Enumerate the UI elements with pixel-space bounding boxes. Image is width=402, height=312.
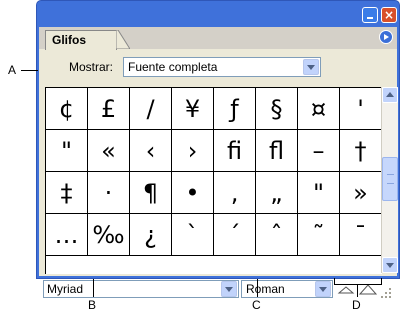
tab-label: Glifos	[52, 33, 87, 47]
glyph-cell[interactable]: »	[340, 172, 382, 214]
glyph-cell[interactable]: «	[88, 130, 130, 172]
show-value: Fuente completa	[128, 60, 218, 74]
glyph-cell[interactable]: ‡	[46, 172, 88, 214]
tab-strip: Glifos	[39, 27, 397, 50]
callout-c: C	[252, 298, 261, 312]
font-style-dropdown[interactable]: Roman	[241, 280, 333, 298]
callout-d: D	[352, 298, 361, 312]
font-style-value: Roman	[246, 282, 285, 296]
callout-d-bracket	[334, 284, 382, 285]
callout-a: A	[8, 63, 17, 77]
close-icon[interactable]: ×	[381, 7, 397, 23]
panel-menu-icon[interactable]	[379, 30, 393, 44]
glyph-cell[interactable]: ¯	[340, 214, 382, 256]
minimize-icon[interactable]	[362, 7, 378, 23]
callout-c-line	[257, 279, 258, 297]
callout-d-bracket-left	[334, 278, 335, 285]
glyph-cell[interactable]: ›	[172, 130, 214, 172]
glyph-cell[interactable]: ‚	[214, 172, 256, 214]
glyph-cell[interactable]: ‹	[130, 130, 172, 172]
show-dropdown[interactable]: Fuente completa	[123, 57, 321, 77]
chevron-down-icon[interactable]	[303, 59, 319, 75]
panel-titlebar[interactable]: ×	[37, 1, 399, 23]
glyph-cell[interactable]: …	[46, 214, 88, 256]
show-row: Mostrar: Fuente completa	[39, 57, 397, 79]
glyph-cell[interactable]: ´	[214, 214, 256, 256]
callout-d-bracket-right	[381, 278, 382, 285]
glyph-cell[interactable]: ﬂ	[256, 130, 298, 172]
glyph-cell[interactable]: ¿	[130, 214, 172, 256]
glyph-cell[interactable]: £	[88, 88, 130, 130]
panel-body: Glifos Mostrar: Fuente completa ¢ £ / ¥ ƒ § ¤ '…	[39, 27, 398, 298]
tab-glyphs[interactable]: Glifos	[45, 30, 117, 50]
glyph-cell[interactable]: ¢	[46, 88, 88, 130]
glyph-grid: ¢ £ / ¥ ƒ § ¤ ' " «‹ › ﬁ ﬂ – † ‡ · ¶ • ‚ „ "»… ‰ ¿ ` ´ ˆ ˜ ¯	[45, 87, 382, 274]
bottom-bar: Myriad Roman	[43, 280, 397, 300]
glyph-cell[interactable]: ˜	[298, 214, 340, 256]
callout-a-line	[21, 70, 38, 71]
glyph-cell[interactable]: /	[130, 88, 172, 130]
callout-b-line	[93, 279, 94, 297]
glyph-cell[interactable]: ‰	[88, 214, 130, 256]
glyph-cell[interactable]: `	[172, 214, 214, 256]
scroll-thumb[interactable]	[382, 157, 398, 201]
glyph-cell[interactable]: "	[46, 130, 88, 172]
glyph-cell[interactable]: „	[256, 172, 298, 214]
vertical-scrollbar[interactable]	[381, 87, 398, 273]
glyph-cell[interactable]: "	[298, 172, 340, 214]
font-family-dropdown[interactable]: Myriad	[43, 280, 239, 298]
glyph-cell[interactable]: –	[298, 130, 340, 172]
font-family-value: Myriad	[47, 282, 84, 296]
tab-edge	[116, 30, 130, 49]
callout-d-line	[357, 285, 358, 297]
show-label: Mostrar:	[69, 60, 114, 74]
glyph-cell[interactable]: •	[172, 172, 214, 214]
chevron-down-icon[interactable]	[315, 281, 331, 297]
glyph-cell[interactable]: ¥	[172, 88, 214, 130]
glyph-cell[interactable]: '	[340, 88, 382, 130]
glyph-cell[interactable]: †	[340, 130, 382, 172]
glyph-cell[interactable]: ·	[88, 172, 130, 214]
glyph-cell[interactable]: ¶	[130, 172, 172, 214]
glyphs-panel: × Glifos Mostrar: Fuente completa ¢ £ / ¥ ƒ §…	[36, 0, 400, 298]
chevron-down-icon[interactable]	[221, 281, 237, 297]
resize-grip-icon[interactable]	[379, 286, 393, 298]
glyph-cell[interactable]: ˆ	[256, 214, 298, 256]
scroll-down-icon[interactable]	[382, 257, 398, 273]
glyph-cell[interactable]: §	[256, 88, 298, 130]
callout-b: B	[88, 298, 97, 312]
scroll-up-icon[interactable]	[382, 87, 398, 103]
glyph-cell[interactable]: ƒ	[214, 88, 256, 130]
glyph-cell[interactable]: ¤	[298, 88, 340, 130]
glyph-cell[interactable]: ﬁ	[214, 130, 256, 172]
